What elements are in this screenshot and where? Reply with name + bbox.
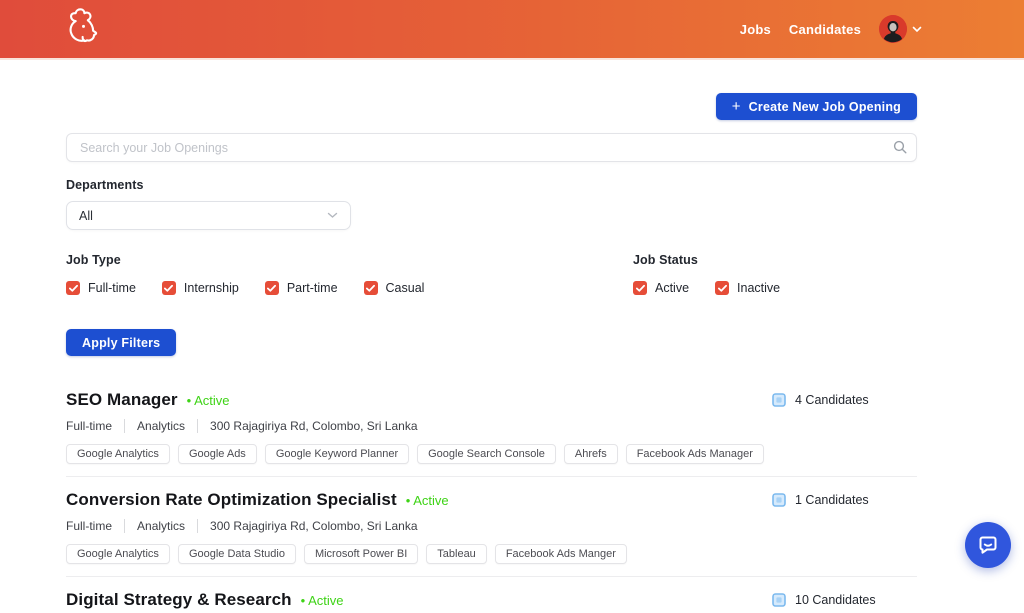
job-meta: Full-time Analytics 300 Rajagiriya Rd, Col…: [66, 419, 917, 433]
job-candidates[interactable]: 10 Candidates: [772, 593, 876, 607]
job-tag: Facebook Ads Manger: [495, 544, 627, 564]
checkbox-checked-icon[interactable]: [633, 281, 647, 295]
job-tag: Facebook Ads Manager: [626, 444, 764, 464]
job-title[interactable]: Conversion Rate Optimization Specialist: [66, 490, 397, 510]
job-tag: Google Data Studio: [178, 544, 296, 564]
job-status-badge: Active: [187, 393, 230, 408]
chevron-down-icon: [327, 212, 338, 219]
checkbox-inactive[interactable]: Inactive: [715, 281, 780, 295]
job-tag: Microsoft Power BI: [304, 544, 418, 564]
search-icon: [893, 140, 907, 154]
header-nav: Jobs Candidates: [740, 15, 922, 43]
job-meta-item: 300 Rajagiriya Rd, Colombo, Sri Lanka: [197, 419, 417, 433]
candidates-icon: [772, 393, 786, 407]
job-status-badge: Active: [301, 593, 344, 608]
checkbox-checked-icon[interactable]: [66, 281, 80, 295]
checkbox-part-time[interactable]: Part-time: [265, 281, 338, 295]
checkbox-checked-icon[interactable]: [265, 281, 279, 295]
job-status-badge: Active: [406, 493, 449, 508]
nav-candidates[interactable]: Candidates: [789, 22, 861, 37]
candidates-icon: [772, 493, 786, 507]
departments-label: Departments: [66, 178, 917, 192]
job-candidates-count: 10 Candidates: [795, 593, 876, 607]
job-tags: Google Analytics Google Ads Google Keyword…: [66, 444, 917, 464]
checkbox-checked-icon[interactable]: [715, 281, 729, 295]
job-tags: Google Analytics Google Data Studio Micros…: [66, 544, 917, 564]
job-listing: Conversion Rate Optimization Specialist …: [66, 477, 917, 577]
checkbox-casual[interactable]: Casual: [364, 281, 425, 295]
job-tag: Tableau: [426, 544, 487, 564]
plus-icon: +: [732, 99, 741, 114]
job-candidates[interactable]: 1 Candidates: [772, 493, 869, 507]
job-title[interactable]: Digital Strategy & Research: [66, 590, 292, 610]
job-list: SEO Manager Active 4 Candidates Full-tim…: [66, 377, 917, 613]
job-meta-item: Analytics: [124, 419, 185, 433]
create-job-button-label: Create New Job Opening: [749, 100, 901, 114]
job-meta-item: Full-time: [66, 519, 112, 533]
chat-launcher-button[interactable]: [965, 522, 1011, 568]
avatar[interactable]: [879, 15, 907, 43]
checkbox-internship[interactable]: Internship: [162, 281, 239, 295]
job-type-label: Job Type: [66, 253, 917, 267]
job-tag: Google Analytics: [66, 544, 170, 564]
job-tag: Google Search Console: [417, 444, 556, 464]
candidates-icon: [772, 593, 786, 607]
user-menu[interactable]: [879, 15, 922, 43]
job-meta-item: Analytics: [124, 519, 185, 533]
job-status-filter: Job Status Active Inactive: [633, 253, 780, 295]
rooster-logo-icon[interactable]: [58, 7, 102, 51]
checkbox-full-time[interactable]: Full-time: [66, 281, 136, 295]
search-input[interactable]: [66, 133, 917, 162]
checkbox-active[interactable]: Active: [633, 281, 689, 295]
job-meta-item: Full-time: [66, 419, 112, 433]
apply-filters-label: Apply Filters: [82, 336, 160, 350]
departments-select[interactable]: All: [66, 201, 351, 230]
job-tag: Google Ads: [178, 444, 257, 464]
job-title[interactable]: SEO Manager: [66, 390, 178, 410]
departments-selected-value: All: [79, 209, 93, 223]
app-header: Jobs Candidates: [0, 0, 1024, 60]
search-bar: [66, 133, 917, 162]
job-meta: Full-time Analytics 300 Rajagiriya Rd, Col…: [66, 519, 917, 533]
job-tag: Google Keyword Planner: [265, 444, 409, 464]
checkbox-checked-icon[interactable]: [364, 281, 378, 295]
create-job-button[interactable]: + Create New Job Opening: [716, 93, 917, 120]
job-listing: SEO Manager Active 4 Candidates Full-tim…: [66, 377, 917, 477]
chevron-down-icon: [912, 26, 922, 33]
checkbox-checked-icon[interactable]: [162, 281, 176, 295]
job-meta-item: 300 Rajagiriya Rd, Colombo, Sri Lanka: [197, 519, 417, 533]
job-candidates-count: 1 Candidates: [795, 493, 869, 507]
nav-jobs[interactable]: Jobs: [740, 22, 771, 37]
job-tag: Ahrefs: [564, 444, 618, 464]
chat-bubble-icon: [976, 533, 1000, 557]
job-listing: Digital Strategy & Research Active 10 Ca…: [66, 577, 917, 613]
job-candidates-count: 4 Candidates: [795, 393, 869, 407]
job-candidates[interactable]: 4 Candidates: [772, 393, 869, 407]
job-tag: Google Analytics: [66, 444, 170, 464]
job-type-filter: Job Type Full-time Internship Part-time …: [66, 253, 917, 295]
job-status-label: Job Status: [633, 253, 780, 267]
apply-filters-button[interactable]: Apply Filters: [66, 329, 176, 356]
